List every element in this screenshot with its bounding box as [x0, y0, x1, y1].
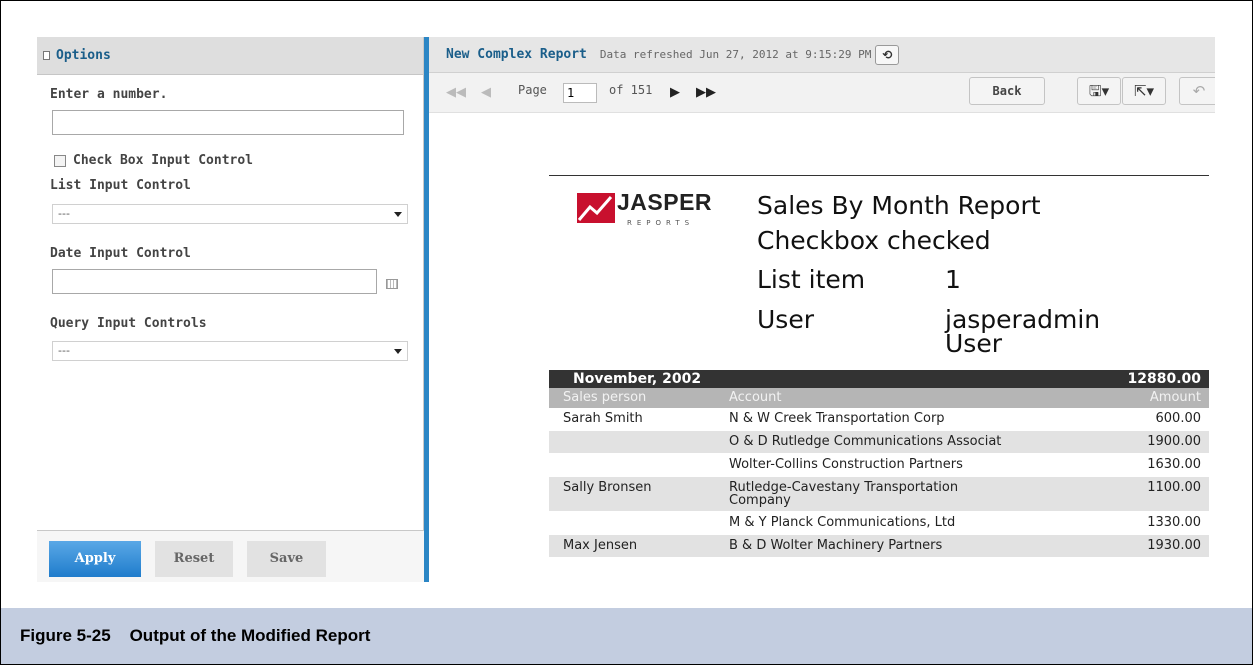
table-header: Sales person Account Amount [549, 388, 1209, 408]
cell-account: B & D Wolter Machinery Partners [729, 538, 943, 553]
list-select-value: --- [58, 207, 70, 220]
cell-amount: 1630.00 [1147, 457, 1201, 472]
cell-person: Sally Bronsen [563, 480, 652, 495]
cell-account-line-2: Company [729, 493, 791, 508]
query-label: Query Input Controls [50, 316, 207, 331]
date-label: Date Input Control [50, 246, 191, 261]
table-row: Max Jensen B & D Wolter Machinery Partne… [549, 535, 1209, 558]
report-heading: Sales By Month Report [757, 191, 1041, 220]
column-sales-person: Sales person [563, 390, 647, 405]
options-button-bar: Apply Reset Save [37, 530, 424, 582]
cell-amount: 1100.00 [1147, 480, 1201, 495]
refresh-status: Data refreshed Jun 27, 2012 at 9:15:29 P… [599, 48, 872, 61]
chevron-down-icon [394, 212, 402, 217]
checkbox-label: Check Box Input Control [73, 153, 254, 168]
collapse-icon[interactable] [43, 51, 50, 60]
undo-icon[interactable]: ↶ [1179, 77, 1215, 105]
checkbox-status: Checkbox checked [757, 226, 991, 255]
cell-amount: 1900.00 [1147, 434, 1201, 449]
first-page-icon[interactable]: ◀◀ [446, 85, 466, 100]
jasper-logo-sub: REPORTS [627, 219, 695, 227]
back-button[interactable]: Back [969, 77, 1045, 105]
viewer-header: New Complex Report Data refreshed Jun 27… [429, 37, 1215, 73]
refresh-icon[interactable]: ⟲ [875, 44, 900, 65]
jasper-logo-mark [577, 193, 615, 223]
column-account: Account [729, 390, 782, 405]
sales-table: November, 2002 12880.00 Sales person Acc… [549, 370, 1209, 558]
save-icon[interactable]: 🖫▾ [1077, 77, 1121, 105]
report-top-rule [549, 175, 1209, 176]
user-label: User [757, 305, 814, 334]
number-label: Enter a number. [50, 87, 168, 102]
jasper-logo-word: JASPER [617, 189, 713, 215]
report-title: New Complex Report [446, 47, 587, 62]
number-input[interactable] [52, 110, 404, 135]
table-row: M & Y Planck Communications, Ltd 1330.00 [549, 512, 1209, 535]
next-page-icon[interactable]: ▶ [670, 85, 680, 100]
options-panel: Options Enter a number. Check Box Input … [37, 37, 424, 582]
reset-button[interactable]: Reset [155, 541, 233, 577]
save-button[interactable]: Save [247, 541, 326, 577]
screenshot: Options Enter a number. Check Box Input … [37, 37, 1215, 582]
previous-page-icon[interactable]: ◀ [481, 85, 491, 100]
calendar-icon[interactable] [386, 279, 398, 289]
figure-caption: Figure 5-25 Output of the Modified Repor… [1, 608, 1252, 664]
group-total: 12880.00 [1127, 371, 1201, 387]
cell-account: M & Y Planck Communications, Ltd [729, 515, 956, 530]
list-item-label: List item [757, 265, 866, 294]
table-row: O & D Rutledge Communications Associat 1… [549, 431, 1209, 454]
cell-amount: 600.00 [1155, 411, 1202, 426]
cell-person: Max Jensen [563, 538, 638, 553]
user-value-2: User [945, 329, 1002, 358]
figure-caption-text: Figure 5-25 Output of the Modified Repor… [20, 626, 371, 645]
list-label: List Input Control [50, 178, 191, 193]
last-page-icon[interactable]: ▶▶ [696, 85, 716, 100]
options-header[interactable]: Options [37, 37, 423, 75]
table-row: Sarah Smith N & W Creek Transportation C… [549, 408, 1209, 431]
export-icon[interactable]: ⇱▾ [1122, 77, 1166, 105]
list-select[interactable]: --- [52, 204, 408, 224]
list-item-value: 1 [945, 265, 961, 294]
cell-amount: 1930.00 [1147, 538, 1201, 553]
chevron-down-icon [394, 349, 402, 354]
query-select[interactable]: --- [52, 341, 408, 361]
cell-account: Rutledge-Cavestany Transportation Compan… [729, 481, 958, 507]
cell-person: Sarah Smith [563, 411, 643, 426]
date-input[interactable] [52, 269, 377, 294]
page-count: of 151 [609, 83, 653, 97]
cell-account: N & W Creek Transportation Corp [729, 411, 945, 426]
cell-account: Wolter-Collins Construction Partners [729, 457, 963, 472]
checkbox-input[interactable] [54, 155, 66, 167]
table-row: Wolter-Collins Construction Partners 163… [549, 454, 1209, 477]
viewer-toolbar: ◀◀ ◀ Page 1 of 151 ▶ ▶▶ Back 🖫▾ ⇱▾ ↶ [429, 73, 1215, 113]
group-header: November, 2002 12880.00 [549, 370, 1209, 388]
page-number-input[interactable]: 1 [563, 83, 597, 103]
options-title: Options [56, 48, 111, 63]
cell-account: O & D Rutledge Communications Associat [729, 434, 1002, 449]
page-label: Page [518, 83, 547, 97]
query-select-value: --- [58, 344, 70, 357]
report-viewer: New Complex Report Data refreshed Jun 27… [429, 37, 1215, 582]
cell-amount: 1330.00 [1147, 515, 1201, 530]
column-amount: Amount [1149, 390, 1201, 405]
jasper-logo: JASPER REPORTS [577, 187, 727, 231]
group-month: November, 2002 [573, 371, 702, 387]
apply-button[interactable]: Apply [49, 541, 141, 577]
table-row: Sally Bronsen Rutledge-Cavestany Transpo… [549, 477, 1209, 512]
